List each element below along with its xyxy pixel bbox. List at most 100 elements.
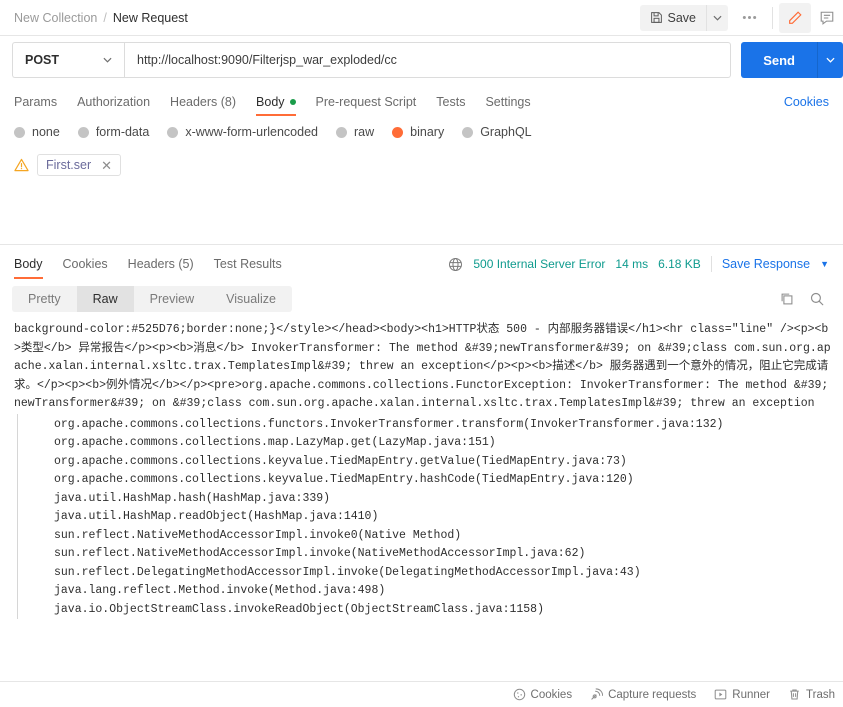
response-body-raw[interactable]: background-color:#525D76;border:none;}</… — [0, 319, 843, 681]
body-type-none[interactable]: none — [14, 125, 60, 139]
request-tab-label: Headers (8) — [170, 95, 237, 109]
response-stack-trace: org.apache.commons.collections.functors.… — [17, 413, 835, 619]
url-input[interactable] — [124, 42, 732, 78]
body-type-graphql[interactable]: GraphQL — [462, 125, 532, 139]
body-modified-dot-icon — [289, 99, 296, 105]
statusbar-label: Cookies — [530, 688, 573, 701]
response-size: 6.18 KB — [658, 257, 701, 271]
binary-file-name: First.ser — [46, 158, 92, 172]
statusbar-capture-requests[interactable]: Capture requests — [590, 688, 696, 701]
body-type-label: form-data — [95, 125, 150, 139]
body-type-radio-group: none form-data x-www-form-urlencoded raw… — [0, 116, 843, 148]
save-button[interactable]: Save — [640, 5, 707, 31]
binary-file-row: First.ser ✕ — [0, 148, 843, 182]
statusbar-label: Trash — [806, 688, 835, 701]
response-tabs: Body Cookies Headers (5) Test Results 50… — [0, 245, 843, 279]
request-tab-tests[interactable]: Tests — [436, 95, 465, 116]
response-status-badge: 500 Internal Server Error — [473, 257, 606, 271]
satellite-icon — [590, 688, 604, 701]
response-body-text: background-color:#525D76;border:none;}</… — [14, 323, 831, 410]
send-button-group: Send — [741, 42, 843, 78]
response-tab-test-results[interactable]: Test Results — [214, 257, 282, 279]
request-tab-authorization[interactable]: Authorization — [77, 95, 150, 116]
radio-icon-selected — [392, 126, 404, 138]
save-button-label: Save — [667, 10, 697, 25]
send-button[interactable]: Send — [741, 42, 817, 78]
response-time: 14 ms — [615, 257, 649, 271]
body-type-label: GraphQL — [480, 125, 532, 139]
search-icon[interactable] — [809, 291, 825, 307]
view-mode-preview[interactable]: Preview — [134, 286, 210, 312]
globe-icon — [448, 257, 463, 272]
save-dropdown-caret[interactable] — [706, 4, 728, 31]
request-tab-pre-request-script[interactable]: Pre-request Script — [316, 95, 417, 116]
response-tab-headers[interactable]: Headers (5) — [128, 257, 194, 279]
body-type-x-www-form-urlencoded[interactable]: x-www-form-urlencoded — [167, 125, 318, 139]
cookie-icon — [513, 688, 526, 701]
warning-triangle-icon — [14, 158, 29, 172]
body-type-form-data[interactable]: form-data — [77, 125, 150, 139]
copy-icon[interactable] — [779, 291, 795, 307]
statusbar-cookies[interactable]: Cookies — [513, 688, 573, 701]
request-tabs: Params Authorization Headers (8) Body Pr… — [0, 84, 843, 116]
body-type-label: x-www-form-urlencoded — [185, 125, 318, 139]
radio-icon — [462, 126, 474, 138]
bottom-status-bar: Cookies Capture requests Runner Trash — [0, 681, 843, 707]
body-type-binary[interactable]: binary — [392, 125, 444, 139]
statusbar-label: Runner — [732, 688, 771, 701]
response-meta: 500 Internal Server Error 14 ms 6.18 KB … — [448, 256, 829, 279]
statusbar-trash[interactable]: Trash — [788, 688, 835, 701]
statusbar-label: Capture requests — [608, 688, 697, 701]
app-header: New Collection / New Request Save — [0, 0, 843, 36]
response-tab-cookies[interactable]: Cookies — [63, 257, 108, 279]
edit-pencil-button[interactable] — [779, 2, 811, 33]
request-tab-settings[interactable]: Settings — [485, 95, 530, 116]
comment-icon — [819, 10, 835, 26]
save-response-caret-icon[interactable]: ▼ — [820, 259, 829, 269]
save-response-button[interactable]: Save Response — [722, 257, 810, 271]
request-tab-headers[interactable]: Headers (8) — [170, 95, 236, 116]
radio-icon — [77, 126, 89, 138]
radio-icon — [14, 126, 25, 138]
statusbar-runner[interactable]: Runner — [714, 688, 770, 701]
body-type-label: none — [32, 125, 60, 139]
breadcrumb-request-title[interactable]: New Request — [113, 11, 188, 25]
request-tab-label: Params — [14, 95, 58, 109]
chevron-down-icon — [103, 57, 112, 63]
body-type-label: raw — [354, 125, 375, 139]
radio-icon — [336, 126, 347, 138]
view-mode-visualize[interactable]: Visualize — [210, 286, 292, 312]
close-icon[interactable]: ✕ — [101, 159, 112, 172]
request-tab-label: Tests — [436, 95, 466, 109]
request-body-empty-area — [0, 182, 843, 244]
postman-window: New Collection / New Request Save POST h… — [0, 0, 843, 707]
response-tab-body[interactable]: Body — [14, 257, 43, 279]
request-tab-label: Authorization — [77, 95, 151, 109]
comments-button[interactable] — [811, 3, 843, 33]
meta-divider — [710, 256, 712, 272]
request-tab-label: Settings — [485, 95, 531, 109]
body-type-label: binary — [410, 125, 445, 139]
send-dropdown-caret[interactable] — [817, 42, 843, 78]
request-tab-params[interactable]: Params — [14, 95, 57, 116]
breadcrumb-separator: / — [103, 10, 107, 25]
http-method-select[interactable]: POST — [12, 42, 124, 78]
breadcrumb-collection[interactable]: New Collection — [14, 11, 97, 25]
header-divider — [772, 6, 773, 29]
body-type-raw[interactable]: raw — [336, 125, 374, 139]
more-options-button[interactable] — [732, 5, 766, 31]
request-tab-label: Body — [256, 95, 285, 109]
request-tab-label: Pre-request Script — [315, 95, 417, 109]
response-view-toolbar: Pretty Raw Preview Visualize — [0, 279, 843, 319]
response-view-mode-group: Pretty Raw Preview Visualize — [12, 286, 292, 312]
pencil-icon — [787, 10, 803, 26]
save-button-group: Save — [639, 4, 728, 31]
http-method-value: POST — [25, 53, 60, 67]
breadcrumb: New Collection / New Request — [14, 11, 188, 25]
view-mode-raw[interactable]: Raw — [76, 286, 134, 312]
binary-file-chip[interactable]: First.ser ✕ — [37, 154, 122, 176]
request-cookies-link[interactable]: Cookies — [784, 95, 829, 116]
view-mode-pretty[interactable]: Pretty — [12, 286, 77, 312]
trash-icon — [788, 688, 801, 701]
request-tab-body[interactable]: Body — [256, 95, 296, 116]
